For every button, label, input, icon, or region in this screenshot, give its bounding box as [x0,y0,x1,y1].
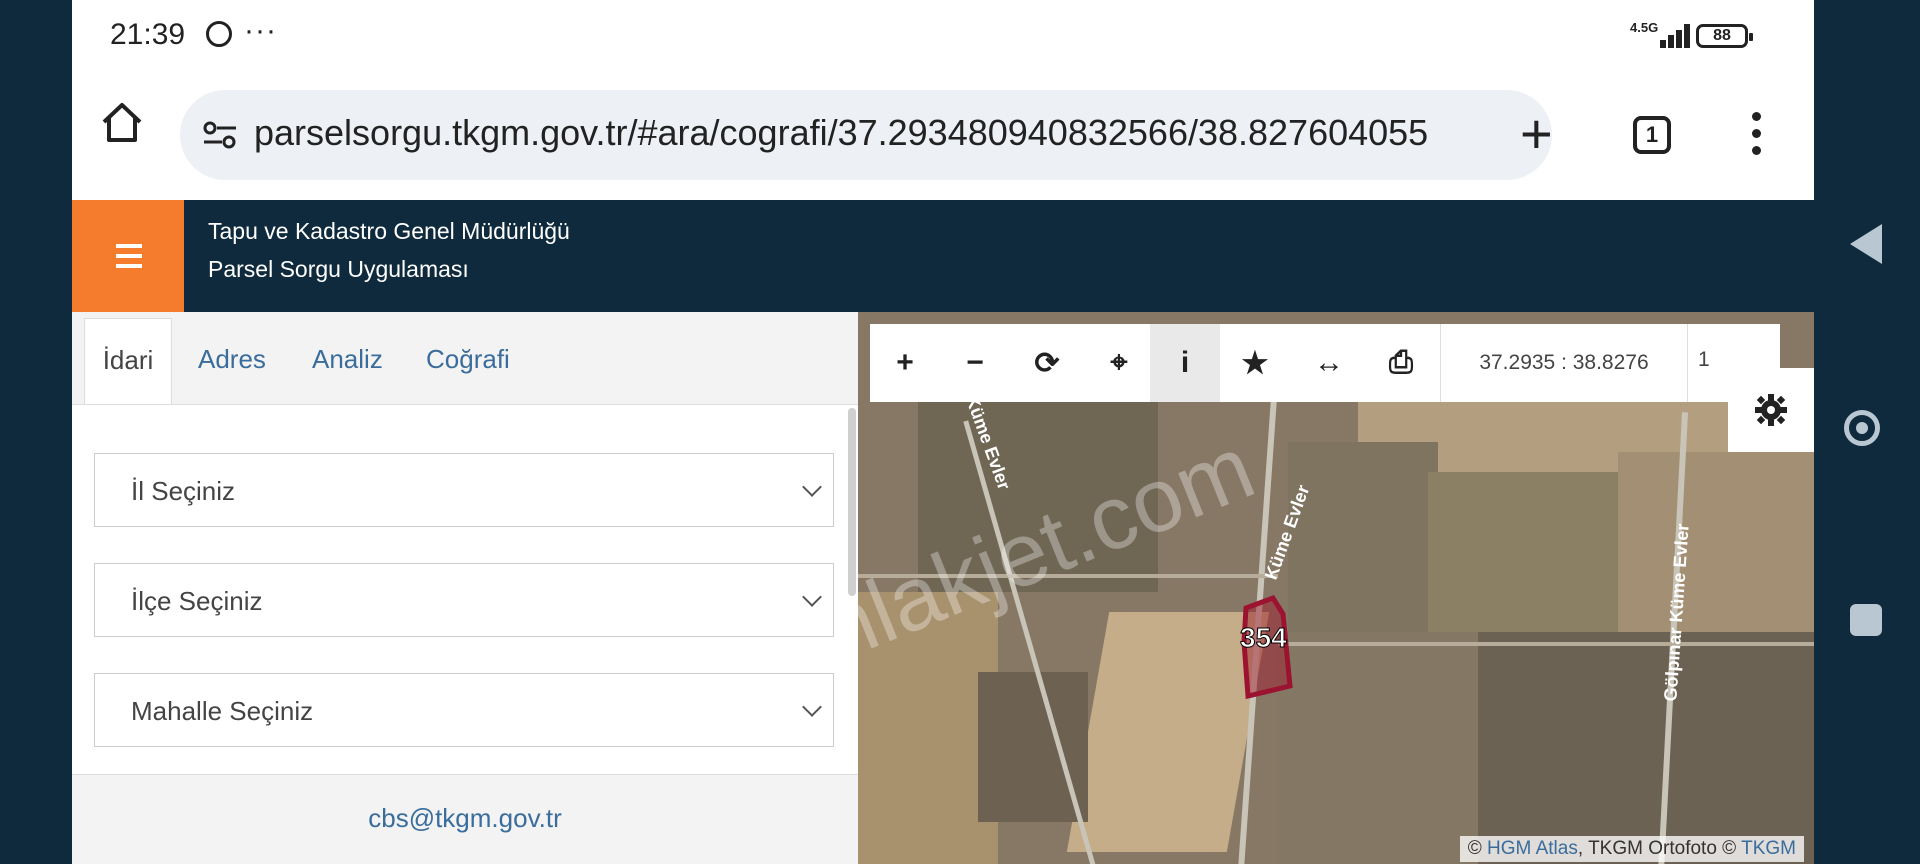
hamburger-menu-button[interactable] [72,200,184,312]
star-icon[interactable]: ★ [1220,324,1290,402]
search-tabs: İdari Adres Analiz Coğrafi [72,312,858,405]
new-tab-icon[interactable]: + [1520,106,1553,162]
home-icon[interactable] [100,100,144,144]
province-select-label: İl Seçiniz [131,476,236,506]
locate-icon[interactable]: ⌖ [1084,324,1154,402]
map-view[interactable]: emlakjet.com Küme Evler Küme Evler Gölpı… [858,312,1814,864]
org-title: Tapu ve Kadastro Genel Müdürlüğü [208,218,570,244]
contact-email-link[interactable]: cbs@tkgm.gov.tr [72,803,858,834]
print-icon[interactable]: ⎙ [1366,324,1436,402]
gear-icon [1755,394,1787,426]
tab-analiz[interactable]: Analiz [312,344,383,375]
attribution-text: , TKGM Ortofoto © [1577,838,1737,859]
app-subtitle: Parsel Sorgu Uygulaması [208,256,469,282]
chevron-down-icon [802,697,822,717]
signal-icon [1646,20,1692,48]
left-edge [0,0,72,864]
scale-readout: 1 [1698,348,1710,371]
site-settings-icon[interactable] [202,120,238,150]
tab-count: 1 [1645,122,1659,147]
browser-menu-icon[interactable] [1752,112,1762,163]
recent-apps-icon[interactable] [1850,604,1882,636]
panel-scrollbar[interactable] [848,408,856,596]
attribution-copyright: © [1467,838,1482,859]
home-circle-icon[interactable] [1844,410,1880,446]
coordinate-readout: 37.2935 : 38.8276 [1440,324,1688,402]
info-icon[interactable]: i [1150,324,1220,402]
android-nav-bar [1814,0,1920,864]
url-text[interactable]: parselsorgu.tkgm.gov.tr/#ara/cografi/37.… [254,112,1428,154]
district-select-label: İlçe Seçiniz [131,586,263,616]
hgm-atlas-link[interactable]: HGM Atlas [1487,838,1578,859]
phone-screen: 21:39 ··· 4.5G 88 parselsorgu.tkgm.gov.t… [72,0,1814,864]
district-select[interactable]: İlçe Seçiniz [94,563,834,637]
settings-button[interactable] [1728,368,1814,452]
browser-toolbar: parselsorgu.tkgm.gov.tr/#ara/cografi/37.… [72,72,1814,201]
neighborhood-select-label: Mahalle Seçiniz [131,696,314,726]
neighborhood-select[interactable]: Mahalle Seçiniz [94,673,834,747]
zoom-out-icon[interactable]: − [940,324,1010,402]
address-bar[interactable]: parselsorgu.tkgm.gov.tr/#ara/cografi/37.… [180,90,1552,180]
map-attribution: © HGM Atlas, TKGM Ortofoto © TKGM [1459,836,1804,862]
tab-switcher-button[interactable]: 1 [1633,116,1671,154]
map-toolbar: + − ⟳ ⌖ i ★ ↔ ⎙ 37.2935 : 38.8276 1 [870,324,1780,402]
tkgm-link[interactable]: TKGM [1741,838,1796,859]
zoom-in-icon[interactable]: + [870,324,940,402]
refresh-icon[interactable]: ⟳ [1012,324,1082,402]
tab-idari[interactable]: İdari [84,318,172,404]
whatsapp-icon [206,21,232,47]
tab-cografi[interactable]: Coğrafi [426,344,510,375]
status-bar: 21:39 ··· 4.5G 88 [72,0,1814,72]
more-notifications-icon: ··· [244,14,277,47]
search-panel: İdari Adres Analiz Coğrafi İl Seçiniz İl… [72,312,858,864]
battery-level: 88 [1713,27,1731,44]
measure-icon[interactable]: ↔ [1294,324,1364,402]
clock: 21:39 [110,18,186,51]
panel-footer: cbs@tkgm.gov.tr [72,774,858,864]
app-header: Tapu ve Kadastro Genel Müdürlüğü Parsel … [72,200,1814,312]
province-select[interactable]: İl Seçiniz [94,453,834,527]
parcel-number: 354 [1240,622,1288,654]
chevron-down-icon [802,477,822,497]
battery-icon: 88 [1696,24,1753,48]
back-icon[interactable] [1850,224,1882,264]
chevron-down-icon [802,587,822,607]
tab-adres[interactable]: Adres [198,344,266,375]
